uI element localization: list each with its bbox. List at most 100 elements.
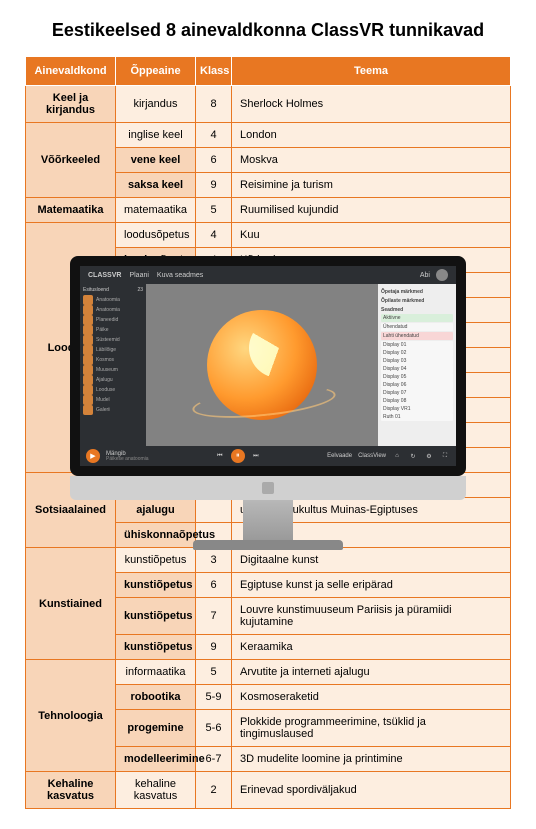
next-button[interactable]: ⏭ — [251, 451, 261, 461]
col-grade: Klass — [196, 57, 232, 86]
playlist-item[interactable]: Kosmos — [83, 355, 143, 365]
table-row: Võõrkeeledinglise keel4London — [26, 123, 511, 148]
status-disconnected: Lahti ühendatud — [381, 332, 453, 340]
grade-cell: 4 — [196, 123, 232, 148]
sun-model — [207, 310, 317, 420]
table-row: Tehnoloogiainformaatika5Arvutite ja inte… — [26, 660, 511, 685]
subject-cell: kunstiõpetus — [116, 598, 196, 635]
topic-cell: Moskva — [232, 148, 511, 173]
subject-cell: inglise keel — [116, 123, 196, 148]
app-topbar: CLASSVR Plaani Kuva seadmes Abi — [80, 266, 456, 284]
page-title: Eestikeelsed 8 ainevaldkonna ClassVR tun… — [25, 20, 511, 41]
topic-cell: Ruumilised kujundid — [232, 198, 511, 223]
thumbnail-icon — [83, 325, 93, 335]
status-connected: Ühendatud — [381, 323, 453, 331]
subject-cell: modelleerimine — [116, 747, 196, 772]
monitor-base — [193, 540, 343, 550]
col-area: Ainevaldkond — [26, 57, 116, 86]
area-cell: Kehaline kasvatus — [26, 772, 116, 809]
playlist-item[interactable]: Päike — [83, 325, 143, 335]
status-active: Aktiivne — [381, 314, 453, 322]
classview-link[interactable]: ClassView — [358, 453, 386, 459]
device-item[interactable]: Ruth 01 — [381, 413, 453, 421]
playlist-item[interactable]: Planeedid — [83, 315, 143, 325]
thumbnail-icon — [83, 355, 93, 365]
help-link[interactable]: Abi — [420, 272, 430, 279]
monitor-overlay: CLASSVR Plaani Kuva seadmes Abi Esituslo… — [70, 256, 466, 550]
thumbnail-icon — [83, 405, 93, 415]
thumbnail-icon — [83, 395, 93, 405]
preview-link[interactable]: Eelvaade — [327, 453, 352, 459]
subject-cell: kunstiõpetus — [116, 573, 196, 598]
tab-devices[interactable]: Kuva seadmes — [157, 272, 203, 279]
thumbnail-icon — [83, 365, 93, 375]
area-cell: Keel ja kirjandus — [26, 86, 116, 123]
apple-logo-icon — [262, 482, 274, 494]
thumbnail-icon — [83, 375, 93, 385]
topic-cell: Arvutite ja interneti ajalugu — [232, 660, 511, 685]
tab-plan[interactable]: Plaani — [129, 272, 148, 279]
device-item[interactable]: Display 06 — [381, 381, 453, 389]
subject-cell: vene keel — [116, 148, 196, 173]
device-item[interactable]: Display 08 — [381, 397, 453, 405]
now-playing-icon: ▶ — [86, 449, 100, 463]
playlist-item[interactable]: Anatoomia — [83, 295, 143, 305]
area-group-cell: Võõrkeeled — [26, 123, 116, 198]
subject-cell: kunstiõpetus — [116, 548, 196, 573]
playlist-item[interactable]: Süsteemid — [83, 335, 143, 345]
area-cell: Matemaatika — [26, 198, 116, 223]
playlist-item[interactable]: Läbilõige — [83, 345, 143, 355]
playlist-label: Kosmos — [96, 357, 114, 363]
device-item[interactable]: Display VR1 — [381, 405, 453, 413]
device-item[interactable]: Display 01 — [381, 341, 453, 349]
playlist-item[interactable]: Looduse — [83, 385, 143, 395]
col-topic: Teema — [232, 57, 511, 86]
topic-cell: Digitaalne kunst — [232, 548, 511, 573]
thumbnail-icon — [83, 345, 93, 355]
settings-icon[interactable]: ⚙ — [424, 451, 434, 461]
playlist-label: Muuseum — [96, 367, 118, 373]
teacher-notes-header[interactable]: Õpetaja märkmed — [381, 289, 453, 295]
topic-cell: Erinevad spordiväljakud — [232, 772, 511, 809]
home-icon[interactable]: ⌂ — [392, 451, 402, 461]
device-item[interactable]: Display 07 — [381, 389, 453, 397]
brand-logo: CLASSVR — [88, 272, 121, 279]
grade-cell: 5-6 — [196, 710, 232, 747]
table-row: Loodusaloodusõpetus4Kuu — [26, 223, 511, 248]
device-item[interactable]: Display 05 — [381, 373, 453, 381]
playlist-label: Mudel — [96, 397, 110, 403]
topic-cell: London — [232, 123, 511, 148]
playlist-item[interactable]: Anatoomia — [83, 305, 143, 315]
topic-cell: Reisimine ja turism — [232, 173, 511, 198]
playlist-item[interactable]: Mudel — [83, 395, 143, 405]
topic-cell: Keraamika — [232, 635, 511, 660]
monitor-chin — [70, 476, 466, 500]
device-item[interactable]: Display 03 — [381, 357, 453, 365]
playlist-label: Süsteemid — [96, 337, 120, 343]
col-subject: Õppeaine — [116, 57, 196, 86]
student-notes-header[interactable]: Õpilaste märkmed — [381, 298, 453, 304]
area-group-cell: Kunstiained — [26, 548, 116, 660]
prev-button[interactable]: ⏮ — [215, 451, 225, 461]
area-group-cell: Tehnoloogia — [26, 660, 116, 772]
viewport-3d[interactable] — [146, 284, 378, 446]
play-button[interactable]: ⏸ — [231, 449, 245, 463]
playlist-item[interactable]: Ajalugu — [83, 375, 143, 385]
topic-cell: Plokkide programmeerimine, tsüklid ja ti… — [232, 710, 511, 747]
playlist-item[interactable]: Galerii — [83, 405, 143, 415]
subject-cell: progemine — [116, 710, 196, 747]
device-item[interactable]: Display 02 — [381, 349, 453, 357]
grade-cell: 3 — [196, 548, 232, 573]
grade-cell: 2 — [196, 772, 232, 809]
thumbnail-icon — [83, 315, 93, 325]
subject-cell: kunstiõpetus — [116, 635, 196, 660]
playlist-panel: Esitusloend 23 AnatoomiaAnatoomiaPlaneed… — [80, 284, 146, 446]
fullscreen-icon[interactable]: ⛶ — [440, 451, 450, 461]
playlist-item[interactable]: Muuseum — [83, 365, 143, 375]
refresh-icon[interactable]: ↻ — [408, 451, 418, 461]
grade-cell: 9 — [196, 173, 232, 198]
avatar[interactable] — [436, 269, 448, 281]
table-row: Matemaatikamatemaatika5Ruumilised kujund… — [26, 198, 511, 223]
devices-header: Seadmed — [381, 307, 453, 313]
device-item[interactable]: Display 04 — [381, 365, 453, 373]
